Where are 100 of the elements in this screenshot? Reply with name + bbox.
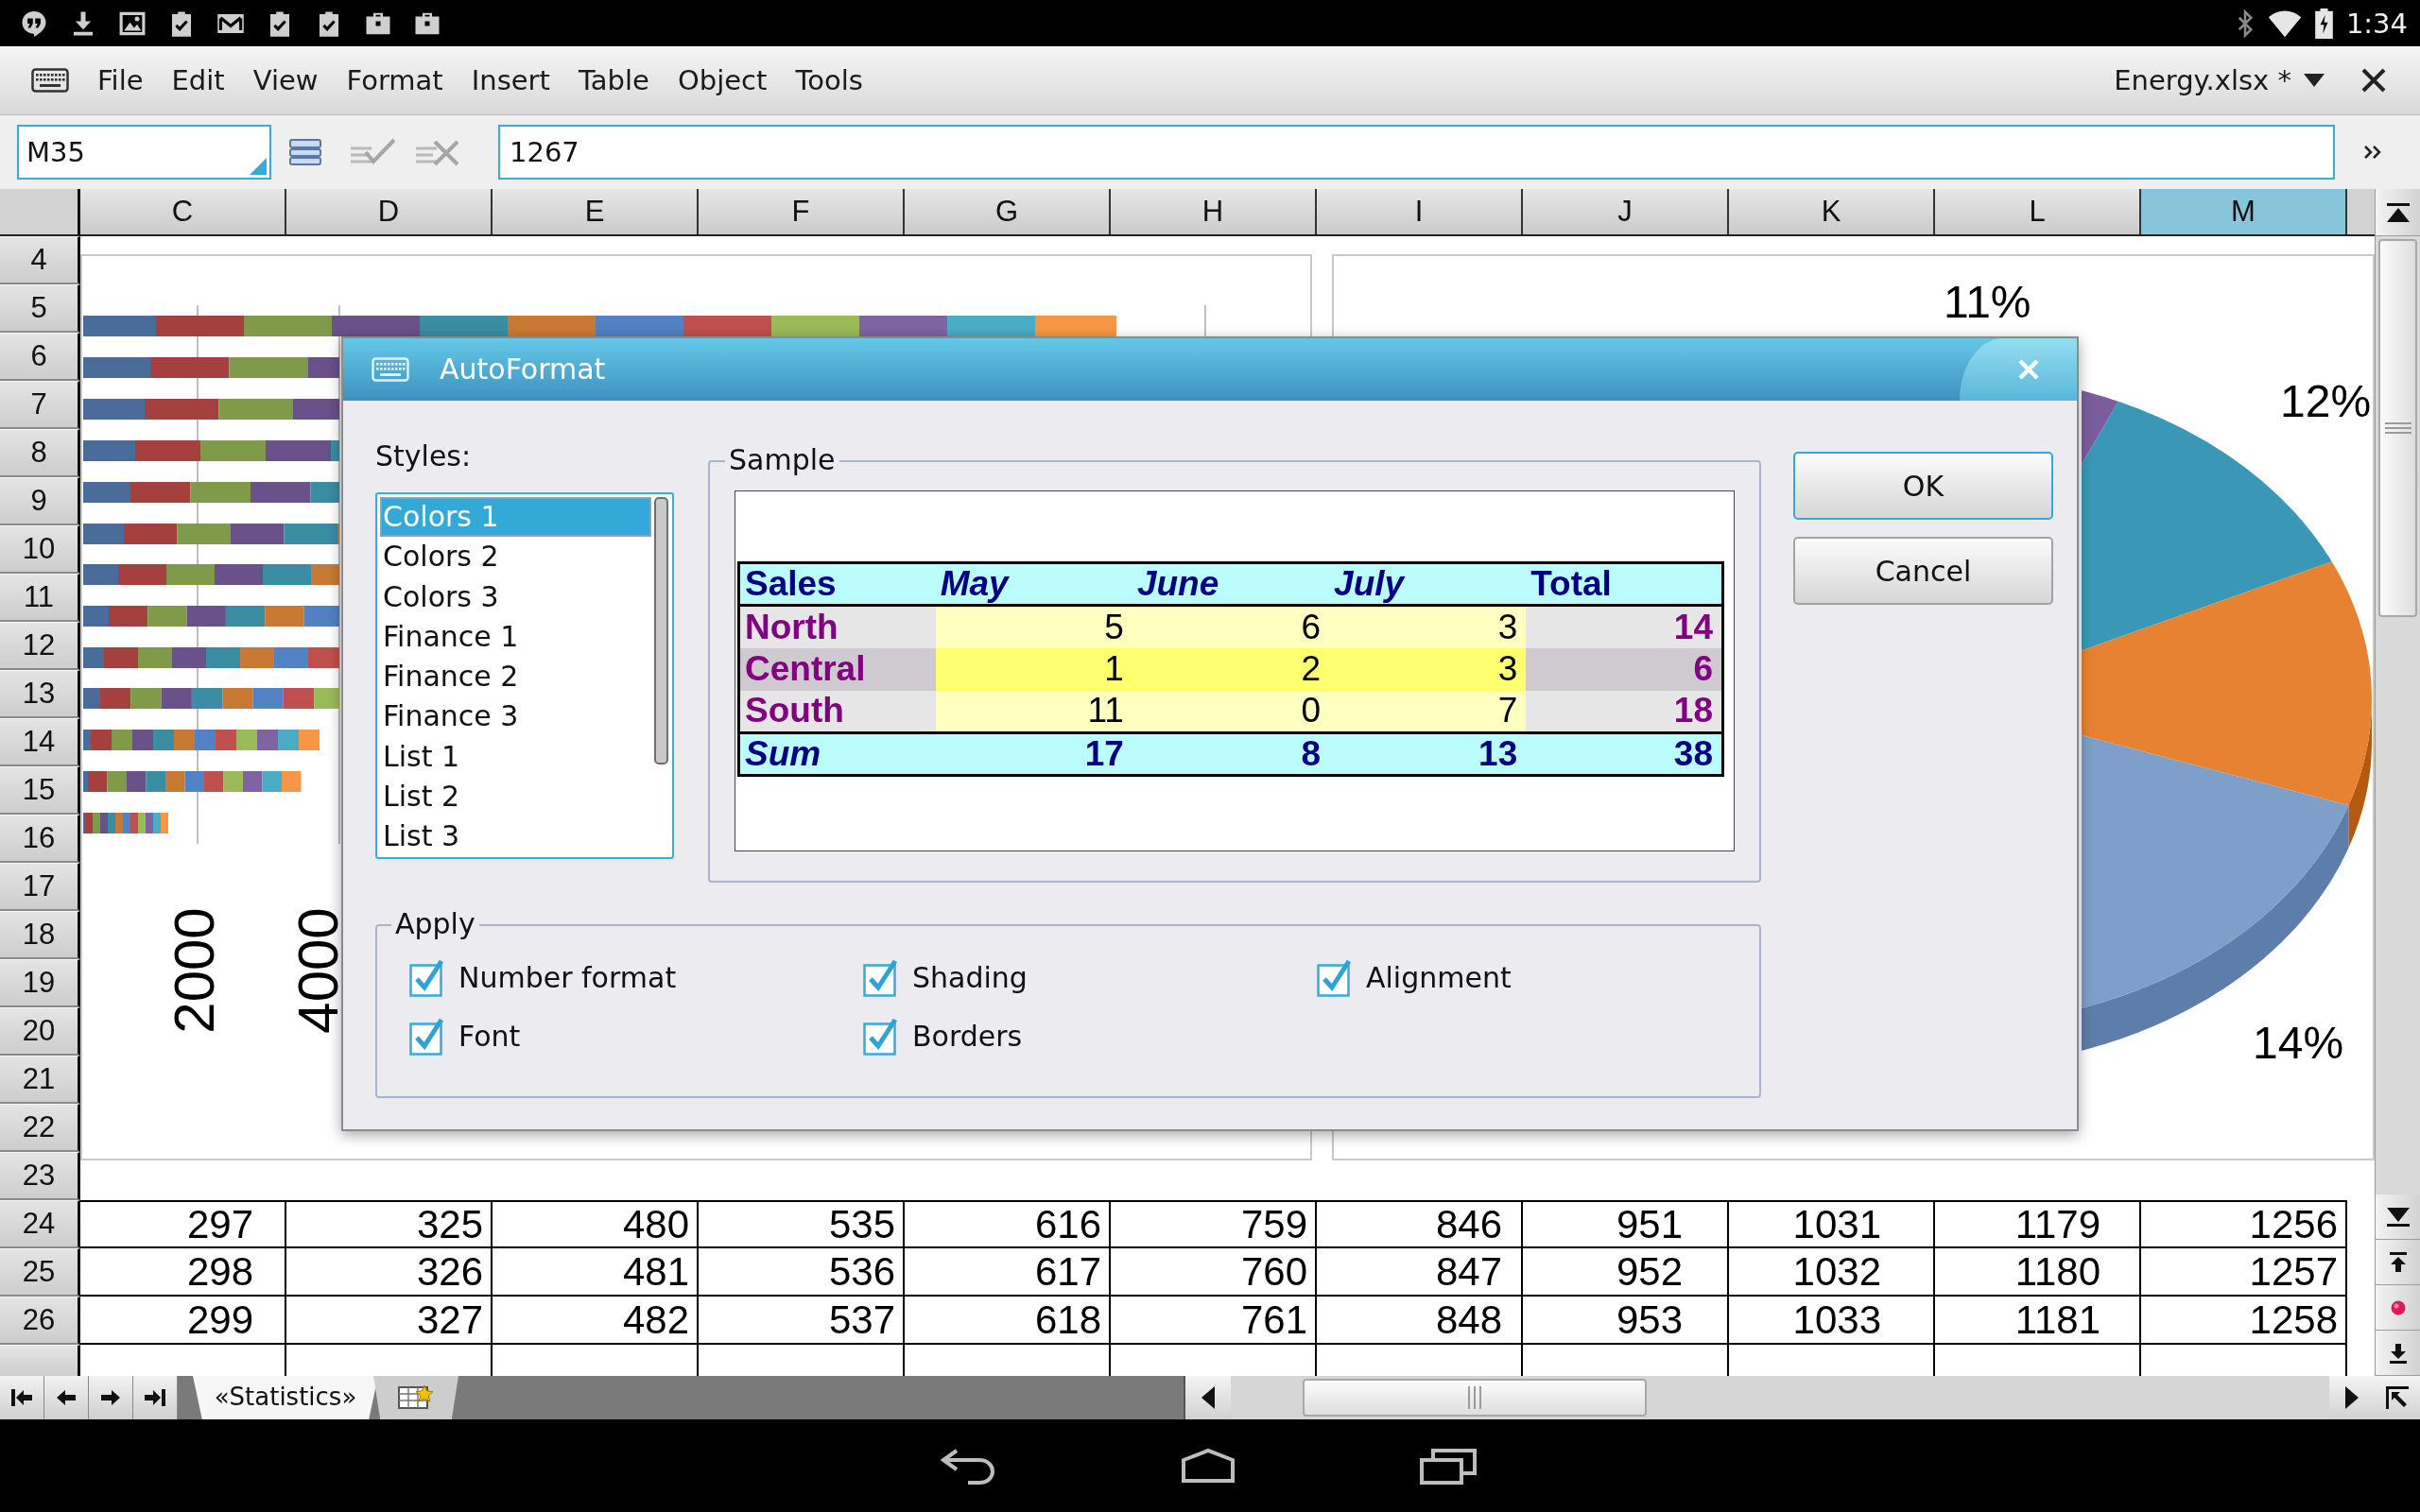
- table-cell: 3: [1329, 647, 1527, 691]
- table-cell: 5: [935, 605, 1132, 648]
- dot-button[interactable]: [2376, 1285, 2420, 1331]
- table-cell: 1033: [1729, 1297, 1935, 1345]
- table-cell: South: [738, 690, 936, 733]
- column-header[interactable]: D: [286, 189, 493, 234]
- table-cell: 1: [935, 647, 1132, 691]
- menu-item[interactable]: Insert: [471, 61, 550, 99]
- row-header[interactable]: 16: [0, 815, 80, 863]
- dialog-button[interactable]: OK: [1793, 452, 2053, 520]
- scroll-to-top-button[interactable]: [2376, 1240, 2420, 1285]
- column-header[interactable]: E: [493, 189, 699, 234]
- row-header[interactable]: 4: [0, 236, 80, 284]
- row-header[interactable]: 15: [0, 766, 80, 815]
- formula-field[interactable]: 1267: [498, 125, 2335, 180]
- next-sheet-button[interactable]: [89, 1376, 133, 1419]
- column-header[interactable]: F: [699, 189, 905, 234]
- percent-label: 11%: [1944, 280, 2031, 325]
- column-header[interactable]: L: [1935, 189, 2141, 234]
- dot-icon: [2390, 1299, 2406, 1315]
- dialog-button[interactable]: Cancel: [1793, 537, 2053, 605]
- checkbox[interactable]: [409, 1018, 445, 1056]
- list-item[interactable]: Finance 1: [380, 616, 651, 658]
- list-icon[interactable]: [288, 137, 322, 167]
- scroll-up-button[interactable]: [2376, 189, 2420, 236]
- name-box-field[interactable]: M35: [17, 125, 271, 180]
- table-cell: 18: [1526, 690, 1723, 733]
- scrollbar-thumb[interactable]: [654, 497, 668, 765]
- row-header[interactable]: 21: [0, 1056, 80, 1104]
- close-icon[interactable]: [2361, 68, 2386, 93]
- row-header[interactable]: 25: [0, 1248, 80, 1297]
- row-header[interactable]: 20: [0, 1007, 80, 1056]
- table-cell: Sales: [738, 562, 936, 606]
- sheet-tab[interactable]: «Statistics»: [193, 1376, 378, 1419]
- row-header[interactable]: 19: [0, 959, 80, 1007]
- scroll-left-button[interactable]: [1185, 1376, 1231, 1419]
- checkbox[interactable]: [863, 959, 899, 997]
- double-chevron-icon[interactable]: [2363, 145, 2382, 160]
- check-icon[interactable]: [349, 137, 398, 167]
- row-header[interactable]: [0, 1345, 80, 1376]
- row-header[interactable]: 26: [0, 1297, 80, 1345]
- scroll-right-button[interactable]: [2329, 1376, 2375, 1419]
- checkbox-label: Alignment: [1366, 960, 1512, 996]
- first-sheet-button[interactable]: [0, 1376, 44, 1419]
- menu-item[interactable]: Format: [346, 61, 443, 99]
- row-header[interactable]: 18: [0, 911, 80, 959]
- row-header[interactable]: 6: [0, 333, 80, 381]
- row-header[interactable]: 11: [0, 574, 80, 622]
- list-item[interactable]: Colors 2: [380, 537, 651, 577]
- row-header[interactable]: 17: [0, 863, 80, 911]
- recent-apps-icon[interactable]: [1418, 1447, 1478, 1485]
- list-item[interactable]: List 1: [380, 736, 651, 778]
- row-header[interactable]: 12: [0, 622, 80, 670]
- last-sheet-button[interactable]: [133, 1376, 178, 1419]
- list-item[interactable]: List 2: [380, 777, 651, 817]
- arrow-to-end-icon: [144, 1386, 166, 1409]
- row-header[interactable]: 24: [0, 1200, 80, 1248]
- row-header[interactable]: 7: [0, 381, 80, 429]
- row-header[interactable]: 14: [0, 718, 80, 766]
- list-item[interactable]: Colors 3: [380, 576, 651, 617]
- list-item[interactable]: List 3: [380, 816, 651, 857]
- menu-item[interactable]: File: [97, 61, 144, 99]
- row-header[interactable]: 5: [0, 284, 80, 333]
- column-header[interactable]: J: [1523, 189, 1729, 234]
- column-header[interactable]: K: [1729, 189, 1935, 234]
- scroll-to-bottom-button[interactable]: [2376, 1331, 2420, 1376]
- scroll-down-button[interactable]: [2376, 1194, 2420, 1240]
- add-sheet-tab[interactable]: [373, 1376, 458, 1419]
- column-header[interactable]: C: [80, 189, 286, 234]
- corner-button[interactable]: [2375, 1376, 2420, 1419]
- corner-triangle-icon: [250, 158, 267, 175]
- menu-item[interactable]: Object: [677, 61, 768, 99]
- keyboard-icon[interactable]: [31, 68, 69, 93]
- column-header[interactable]: G: [905, 189, 1111, 234]
- row-header[interactable]: 22: [0, 1104, 80, 1152]
- list-item[interactable]: Finance 2: [380, 657, 651, 697]
- row-header[interactable]: 10: [0, 525, 80, 574]
- list-item[interactable]: Finance 3: [380, 696, 651, 737]
- column-header[interactable]: I: [1317, 189, 1523, 234]
- checkbox[interactable]: [409, 959, 445, 997]
- previous-sheet-button[interactable]: [44, 1376, 89, 1419]
- menu-item[interactable]: Table: [578, 61, 649, 99]
- caret-down-icon[interactable]: [2304, 74, 2325, 87]
- axis-label: 2000: [173, 907, 216, 1034]
- row-header[interactable]: 9: [0, 477, 80, 525]
- menu-item[interactable]: Tools: [795, 61, 863, 99]
- menu-item[interactable]: Edit: [171, 61, 225, 99]
- row-header[interactable]: 23: [0, 1152, 80, 1200]
- document-title[interactable]: Energy.xlsx *: [2114, 61, 2291, 99]
- scrollbar-thumb[interactable]: [1303, 1379, 1647, 1417]
- table-cell: Central: [738, 647, 936, 691]
- row-header[interactable]: 8: [0, 429, 80, 477]
- column-header[interactable]: H: [1111, 189, 1317, 234]
- column-header[interactable]: M: [2141, 189, 2347, 234]
- checkbox[interactable]: [863, 1018, 899, 1056]
- scrollbar-thumb[interactable]: [2378, 239, 2417, 617]
- table-cell: 11: [935, 690, 1132, 733]
- checkbox[interactable]: [1317, 959, 1353, 997]
- menu-item[interactable]: View: [252, 61, 319, 99]
- row-header[interactable]: 13: [0, 670, 80, 718]
